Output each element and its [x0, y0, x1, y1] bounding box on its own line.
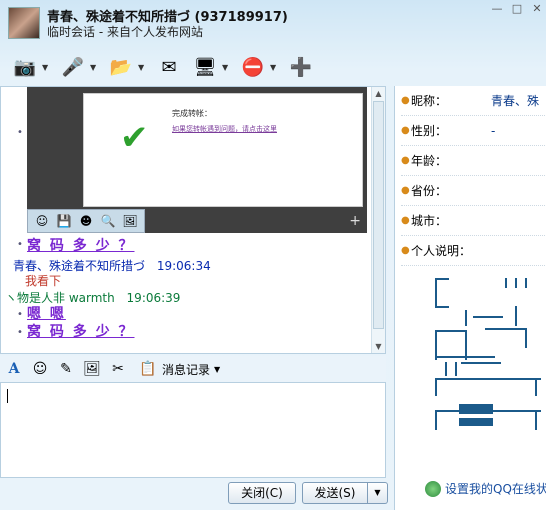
close-button[interactable]: 关闭(C) [228, 482, 296, 504]
history-icon: 📋 [139, 361, 157, 377]
profile-row: ● 城市： [401, 206, 546, 236]
bullet-icon: ● [401, 245, 410, 256]
remote-assist-button[interactable]: 🖥 ▼ [190, 52, 232, 82]
message-text: 嗯 嗯 [27, 306, 66, 322]
add-friend-button[interactable]: ➕ [286, 52, 316, 82]
chevron-down-icon[interactable]: ▼ [90, 63, 100, 72]
emoji-icon[interactable]: ☺ [30, 359, 50, 379]
mail-icon: ✉ [161, 56, 177, 78]
video-button[interactable]: 📷 ▼ [10, 52, 52, 82]
profile-value: - [491, 123, 496, 138]
block-button[interactable]: ⛔ ▼ [238, 52, 280, 82]
profile-label: 年龄： [411, 154, 448, 168]
screen-capture-icon[interactable]: ✂ [108, 359, 128, 379]
message-time: 19:06:34 [156, 259, 211, 273]
profile-row: ● 省份： [401, 176, 546, 206]
magic-text-icon[interactable]: ✎ [56, 359, 76, 379]
message-input[interactable] [0, 382, 386, 478]
bullet: • [17, 127, 23, 138]
profile-label: 性别： [411, 124, 448, 138]
format-toolbar: A ☺ ✎ 🖼 ✂ 📋 消息记录 ▼ [0, 356, 386, 382]
qq-status-label: 设置我的QQ在线状 [445, 482, 546, 496]
scroll-down-icon[interactable]: ▼ [372, 340, 385, 353]
profile-value: 青春、殊 [491, 94, 540, 108]
signature-art [435, 278, 541, 430]
message-text: 窝 码 多 少 ？ [27, 324, 135, 340]
remote-assist-icon: 🖥 [193, 56, 217, 78]
file-transfer-icon: 📂 [109, 56, 133, 78]
session-subtitle: 临时会话 - 来自个人发布网站 [47, 25, 203, 39]
bullet-icon: ● [401, 95, 410, 106]
sender-name: 青春、殊途着不知所措づ [13, 259, 146, 273]
profile-row: ● 性别： - [401, 116, 546, 146]
close-window-button[interactable]: ✕ [530, 2, 544, 16]
mail-button[interactable]: ✉ [154, 52, 184, 82]
chevron-down-icon: ▼ [214, 364, 221, 374]
zoom-search-icon[interactable]: 🔍 [98, 211, 118, 231]
smile-icon[interactable]: ☻ [76, 211, 96, 231]
profile-row: ● 年龄： [401, 146, 546, 176]
add-friend-icon: ➕ [289, 56, 313, 78]
profile-label: 昵称： [411, 94, 448, 108]
qq-penguin-icon [425, 480, 441, 497]
toolbar: 📷 ▼ 🎤 ▼ 📂 ▼ ✉ 🖥 ▼ ⛔ ▼ ➕ [0, 48, 390, 86]
bullet-icon: ● [401, 185, 410, 196]
voice-icon: 🎤 [61, 56, 85, 78]
zoom-icon[interactable]: + [349, 213, 361, 229]
send-button[interactable]: 发送(S) [302, 482, 368, 504]
chevron-down-icon[interactable]: ▼ [42, 63, 52, 72]
qq-status-link[interactable]: 设置我的QQ在线状 [425, 480, 546, 497]
bullet-icon: ● [401, 125, 410, 136]
screenshot-link: 如果您转帐遇到问题，请点击这里 [172, 125, 277, 133]
bullet-icon: ● [401, 155, 410, 166]
save-icon[interactable]: 💾 [54, 211, 74, 231]
profile-label: 省份： [411, 184, 448, 198]
chevron-down-icon[interactable]: ▼ [222, 63, 232, 72]
text-caret [7, 389, 8, 403]
chevron-down-icon[interactable]: ▼ [270, 63, 280, 72]
screenshot-content: ✔ 完成转帐： 如果您转帐遇到问题，请点击这里 [83, 93, 363, 207]
file-transfer-button[interactable]: 📂 ▼ [106, 52, 148, 82]
chevron-down-icon[interactable]: ▼ [138, 63, 148, 72]
scroll-up-icon[interactable]: ▲ [372, 87, 385, 100]
bullet-icon: ● [401, 215, 410, 226]
contact-profile-panel: ● 昵称： 青春、殊 ● 性别： - ● 年龄： ● 省份： ● 城市： ● 个人说明： 设置我的QQ在线… [394, 86, 546, 510]
title-bar: 青春、殊途着不知所措づ (937189917) 临时会话 - 来自个人发布网站 … [0, 0, 546, 44]
profile-label: 个人说明： [411, 244, 472, 258]
video-icon: 📷 [13, 56, 37, 78]
bullet: • [17, 309, 23, 320]
minimize-button[interactable]: — [490, 2, 504, 16]
profile-row: ● 个人说明： [401, 236, 546, 266]
font-icon[interactable]: A [4, 359, 24, 379]
screenshot-title: 完成转帐： [172, 109, 212, 118]
image-icon[interactable]: 🖼 [82, 359, 102, 379]
forward-icon[interactable]: 🖼 [120, 211, 140, 231]
profile-label: 城市： [411, 214, 448, 228]
voice-button[interactable]: 🎤 ▼ [58, 52, 100, 82]
block-icon: ⛔ [241, 56, 265, 78]
message-time: 19:06:39 [126, 291, 181, 305]
chat-history[interactable]: • ✔ 完成转帐： 如果您转帐遇到问题，请点击这里 + ☺ 💾 ☻ 🔍 🖼 • … [0, 86, 386, 354]
message-text: 窝 码 多 少 ？ [27, 238, 135, 254]
avatar[interactable] [8, 7, 40, 39]
history-label: 消息记录 [162, 362, 211, 377]
bullet: • [17, 327, 23, 338]
scroll-thumb[interactable] [373, 101, 384, 329]
check-icon: ✔ [120, 118, 149, 158]
message-history-button[interactable]: 📋 消息记录 ▼ [138, 359, 220, 379]
message-text: 我看下 [25, 274, 62, 288]
image-toolbar: ☺ 💾 ☻ 🔍 🖼 [27, 209, 145, 233]
emoji-save-icon[interactable]: ☺ [32, 211, 52, 231]
send-options-chevron-icon[interactable]: ▼ [368, 482, 388, 504]
bullet: • [17, 239, 23, 250]
profile-row: ● 昵称： 青春、殊 [401, 86, 546, 116]
maximize-button[interactable]: □ [510, 2, 524, 16]
chat-scrollbar[interactable]: ▲ ▼ [371, 87, 385, 353]
